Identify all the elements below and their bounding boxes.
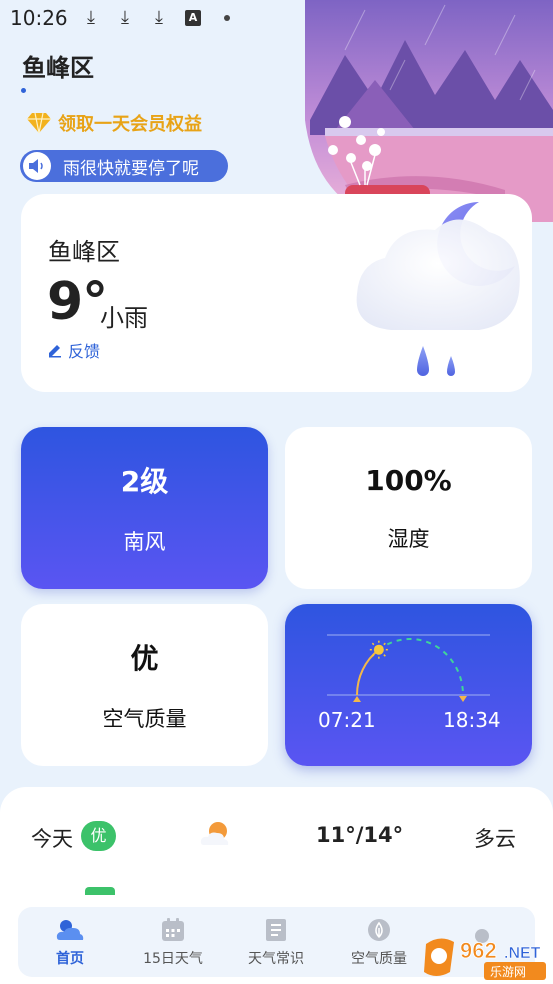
vip-benefit-link[interactable]: 领取一天会员权益: [26, 108, 202, 138]
weather-notice-pill[interactable]: 雨很快就要停了呢: [20, 150, 228, 182]
calendar-icon: [159, 916, 187, 944]
nav-item-home[interactable]: 首页: [20, 907, 120, 977]
humidity-value: 100%: [365, 463, 452, 497]
weather-notice-text: 雨很快就要停了呢: [63, 158, 199, 179]
speaker-icon: [23, 152, 51, 180]
cloud-moon-rain-icon: [356, 202, 520, 376]
sunrise-time: 07:21: [318, 708, 376, 732]
humidity-tile[interactable]: 100% 湿度: [285, 427, 532, 589]
book-icon: [262, 916, 290, 944]
forecast-temp-range: 11°/14°: [316, 823, 404, 847]
forecast-day: 今天: [31, 827, 73, 851]
page-indicator-dot: [21, 88, 26, 93]
wind-direction: 南风: [123, 530, 166, 554]
sun-icon: [369, 640, 388, 659]
a-icon: A: [185, 10, 201, 26]
nav-label-knowledge: 天气常识: [248, 951, 304, 967]
wind-level: 2级: [120, 465, 169, 498]
nav-item-knowledge[interactable]: 天气常识: [226, 907, 326, 977]
air-quality-tile[interactable]: 优 空气质量: [21, 604, 268, 766]
dot-icon: [224, 15, 230, 21]
current-city: 鱼峰区: [48, 238, 120, 266]
air-quality-label: 空气质量: [102, 707, 187, 731]
next-row-badge-peek: [85, 887, 115, 895]
air-quality-value: 优: [130, 642, 159, 675]
sunrise-marker: [353, 696, 361, 702]
svg-text:.NET: .NET: [504, 945, 541, 962]
partly-cloudy-icon: [200, 822, 229, 845]
current-condition: 小雨: [100, 304, 148, 332]
current-weather-card[interactable]: 鱼峰区 9° 小雨 反馈: [21, 194, 532, 392]
nav-item-air-quality[interactable]: 空气质量: [329, 907, 429, 977]
download-icon: ⤓: [121, 7, 129, 28]
sunset-marker: [459, 696, 467, 702]
feedback-label: 反馈: [68, 342, 101, 361]
wind-tile[interactable]: 2级 南风: [21, 427, 268, 589]
site-watermark-logo: 962 .NET 乐游网: [424, 938, 546, 980]
edit-icon: [49, 345, 61, 358]
download-icon: ⤓: [87, 7, 95, 28]
city-title[interactable]: 鱼峰区: [22, 48, 94, 83]
svg-text:乐游网: 乐游网: [490, 965, 526, 979]
diamond-icon: [27, 112, 51, 134]
forecast-row-today[interactable]: 今天 优 11°/14° 多云: [0, 787, 553, 887]
header-scenery-illustration: [305, 0, 553, 222]
forecast-aqi-badge: 优: [81, 821, 116, 851]
sunrise-sunset-tile[interactable]: 07:21 18:34: [285, 604, 532, 766]
download-icon: ⤓: [155, 7, 163, 28]
current-temperature: 9°: [47, 272, 108, 332]
nav-label-15-day: 15日天气: [143, 951, 203, 967]
forecast-condition: 多云: [474, 827, 516, 851]
vip-benefit-label: 领取一天会员权益: [58, 114, 202, 135]
nav-label-air-quality: 空气质量: [351, 951, 407, 967]
nav-label-home: 首页: [56, 951, 84, 967]
home-weather-icon: [56, 916, 84, 944]
feedback-link[interactable]: 反馈: [47, 338, 100, 362]
humidity-label: 湿度: [387, 526, 430, 551]
nav-item-15-day[interactable]: 15日天气: [123, 907, 223, 977]
status-time: 10:26: [10, 6, 68, 30]
leaf-icon: [365, 916, 393, 944]
svg-text:962: 962: [460, 938, 497, 963]
sun-arc-graphic: [327, 634, 490, 702]
sunset-time: 18:34: [443, 708, 501, 732]
